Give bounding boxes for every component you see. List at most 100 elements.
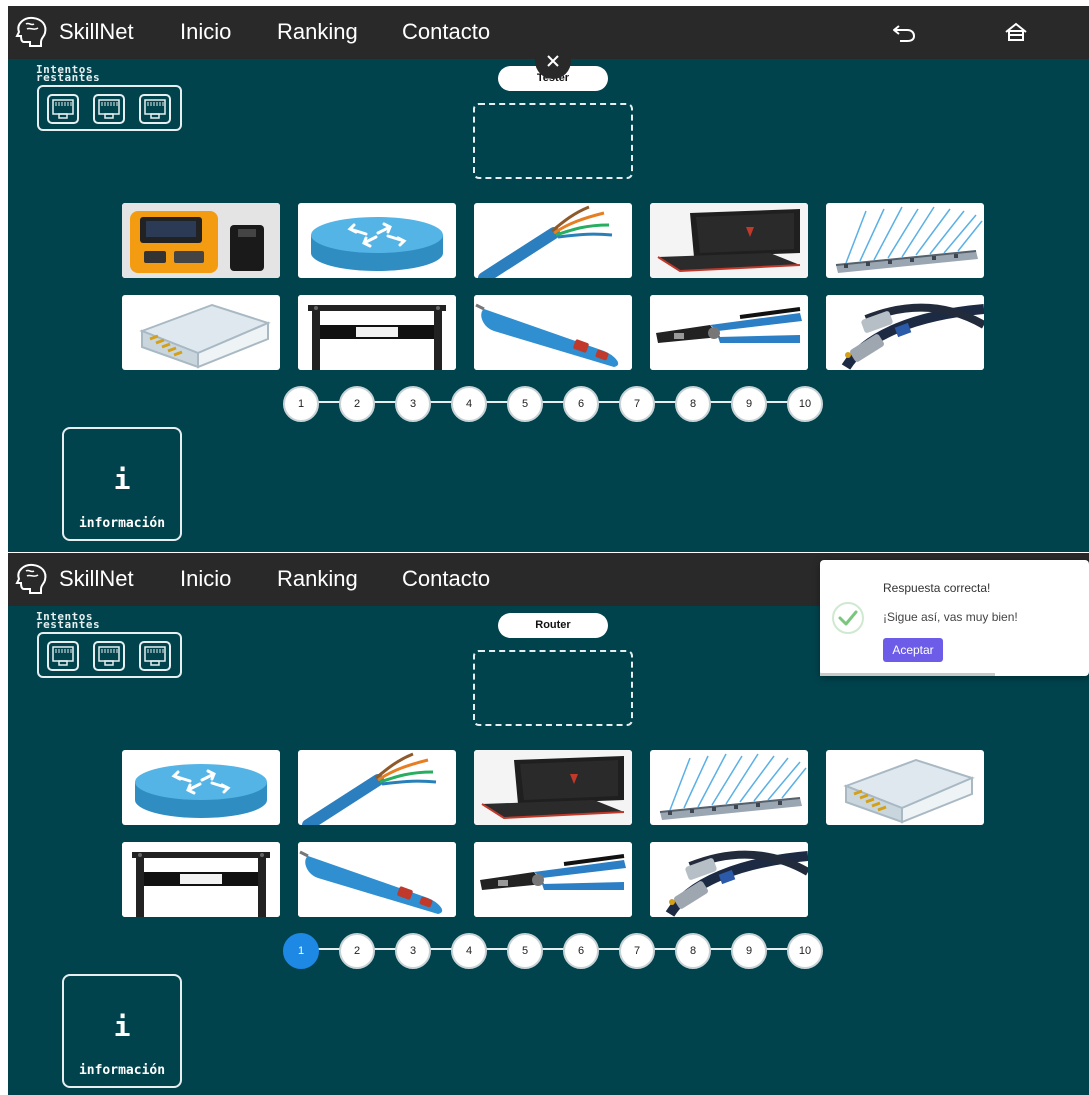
card-rj45-connector[interactable] (122, 295, 280, 370)
card-coaxial-cable[interactable] (650, 842, 808, 917)
step-8[interactable]: 8 (675, 933, 711, 969)
card-cable-tester[interactable] (122, 203, 280, 278)
step-4[interactable]: 4 (451, 386, 487, 422)
nav-link-inicio[interactable]: Inicio (180, 566, 231, 592)
brain-logo-icon[interactable] (14, 14, 50, 48)
rj45-port-icon (139, 641, 171, 671)
step-1[interactable]: 1 (283, 386, 319, 422)
card-laptop[interactable] (650, 203, 808, 278)
patch-panel-image (659, 753, 807, 820)
coaxial-cable-image (826, 295, 984, 370)
accept-button[interactable]: Aceptar (883, 638, 943, 662)
step-9[interactable]: 9 (731, 933, 767, 969)
info-icon: i (113, 1010, 131, 1043)
router-image (135, 764, 267, 818)
rack-image (298, 295, 456, 370)
crimping-tool-image (650, 295, 808, 370)
coaxial-cable-image (650, 842, 808, 917)
card-laptop[interactable] (474, 750, 632, 825)
card-router[interactable] (122, 750, 280, 825)
card-rack[interactable] (298, 295, 456, 370)
step-3[interactable]: 3 (395, 933, 431, 969)
info-label: información (78, 1063, 166, 1078)
info-button[interactable]: i información (62, 974, 182, 1088)
home-icon[interactable] (1003, 20, 1029, 44)
step-7[interactable]: 7 (619, 933, 655, 969)
brain-logo-icon[interactable] (14, 561, 50, 595)
crimping-tool-image (474, 842, 632, 917)
rj45-port-icon (47, 641, 79, 671)
success-toast: Respuesta correcta! ¡Sigue así, vas muy … (820, 560, 1089, 676)
utp-cable-image (302, 752, 437, 825)
card-punch-down-tool[interactable] (474, 295, 632, 370)
attempts-box (37, 85, 182, 131)
nav-link-ranking[interactable]: Ranking (277, 19, 358, 45)
card-router[interactable] (298, 203, 456, 278)
attempts-area: Intentos restantes (8, 59, 208, 139)
rj45-connector-image (843, 758, 975, 824)
card-rack[interactable] (122, 842, 280, 917)
step-4[interactable]: 4 (451, 933, 487, 969)
laptop-image (650, 203, 808, 278)
attempts-area: Intentos restantes (8, 606, 208, 686)
toast-message: ¡Sigue así, vas muy bien! (883, 610, 1018, 624)
rj45-connector-image (139, 303, 271, 369)
patch-panel-image (835, 206, 983, 273)
card-patch-panel[interactable] (650, 750, 808, 825)
card-utp-cable[interactable] (474, 203, 632, 278)
card-crimping-tool[interactable] (650, 295, 808, 370)
toast-title: Respuesta correcta! (883, 581, 991, 595)
attempts-box (37, 632, 182, 678)
utp-cable-image (478, 205, 613, 278)
punch-down-tool-image (474, 295, 632, 370)
rj45-port-icon (93, 94, 125, 124)
attempts-label: Intentos restantes (36, 611, 101, 631)
step-2[interactable]: 2 (339, 386, 375, 422)
rj45-port-icon (139, 94, 171, 124)
attempts-label-line2: restantes (36, 71, 101, 84)
brand-name[interactable]: SkillNet (59, 566, 134, 592)
card-coaxial-cable[interactable] (826, 295, 984, 370)
step-1[interactable]: 1 (283, 933, 319, 969)
router-image (311, 217, 443, 271)
step-10[interactable]: 10 (787, 386, 823, 422)
punch-down-tool-image (298, 842, 456, 917)
drop-zone[interactable] (473, 103, 633, 179)
step-7[interactable]: 7 (619, 386, 655, 422)
check-circle-icon (832, 602, 864, 634)
cable-tester-image (122, 203, 280, 278)
nav-link-contacto[interactable]: Contacto (402, 19, 490, 45)
card-patch-panel[interactable] (826, 203, 984, 278)
card-crimping-tool[interactable] (474, 842, 632, 917)
step-6[interactable]: 6 (563, 386, 599, 422)
step-3[interactable]: 3 (395, 386, 431, 422)
card-punch-down-tool[interactable] (298, 842, 456, 917)
info-label: información (78, 516, 166, 531)
close-icon[interactable] (535, 43, 571, 79)
step-8[interactable]: 8 (675, 386, 711, 422)
card-rj45-connector[interactable] (826, 750, 984, 825)
rack-image (122, 842, 280, 917)
attempts-label-line2: restantes (36, 618, 101, 631)
info-icon: i (113, 463, 131, 496)
step-6[interactable]: 6 (563, 933, 599, 969)
laptop-image (474, 750, 632, 825)
brand-name[interactable]: SkillNet (59, 19, 134, 45)
step-5[interactable]: 5 (507, 933, 543, 969)
nav-link-ranking[interactable]: Ranking (277, 566, 358, 592)
nav-link-inicio[interactable]: Inicio (180, 19, 231, 45)
game-screen-1: SkillNet Inicio Ranking Contacto Intento… (8, 6, 1089, 552)
step-5[interactable]: 5 (507, 386, 543, 422)
step-2[interactable]: 2 (339, 933, 375, 969)
toast-progress-bar (820, 673, 995, 676)
card-utp-cable[interactable] (298, 750, 456, 825)
undo-icon[interactable] (891, 20, 917, 44)
drop-zone[interactable] (473, 650, 633, 726)
rj45-port-icon (93, 641, 125, 671)
step-10[interactable]: 10 (787, 933, 823, 969)
info-button[interactable]: i información (62, 427, 182, 541)
step-9[interactable]: 9 (731, 386, 767, 422)
nav-link-contacto[interactable]: Contacto (402, 566, 490, 592)
target-label: Router (498, 613, 608, 638)
attempts-label: Intentos restantes (36, 64, 101, 84)
